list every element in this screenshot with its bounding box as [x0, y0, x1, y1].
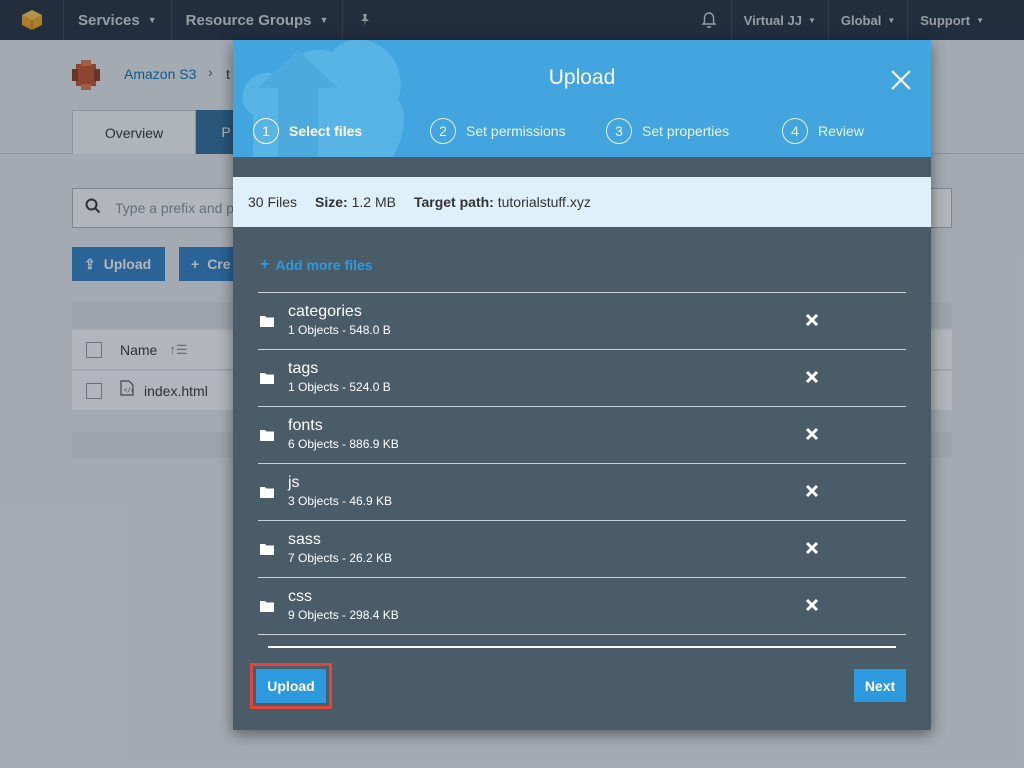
folder-name: js: [288, 474, 300, 491]
upload-button-highlight: Upload: [250, 663, 332, 709]
list-divider: [258, 634, 906, 635]
list-item: css 9 Objects - 298.4 KB: [258, 577, 906, 634]
folder-icon: [260, 316, 274, 327]
folder-name: sass: [288, 531, 321, 548]
step-number: 2: [430, 118, 456, 144]
upload-dialog-header: Upload 1 Select files 2 Set permissions …: [233, 40, 931, 157]
target-path-value: tutorialstuff.xyz: [497, 194, 591, 210]
list-item: categories 1 Objects - 548.0 B: [258, 292, 906, 349]
folder-name: tags: [288, 360, 319, 377]
add-more-files-link[interactable]: + Add more files: [260, 256, 373, 274]
dialog-title: Upload: [548, 66, 616, 89]
folder-meta: 7 Objects - 26.2 KB: [288, 551, 393, 565]
list-item: tags 1 Objects - 524.0 B: [258, 349, 906, 406]
list-item: sass 7 Objects - 26.2 KB: [258, 520, 906, 577]
remove-icon[interactable]: [805, 427, 819, 441]
folder-name: fonts: [288, 417, 323, 434]
remove-icon[interactable]: [805, 484, 819, 498]
plus-icon: +: [260, 256, 270, 273]
remove-icon[interactable]: [805, 541, 819, 555]
size-value: 1.2 MB: [351, 194, 396, 210]
folder-meta: 6 Objects - 886.9 KB: [288, 437, 399, 451]
folder-meta: 9 Objects - 298.4 KB: [288, 608, 399, 622]
step-review[interactable]: 4 Review: [782, 118, 864, 144]
close-icon[interactable]: [889, 68, 913, 92]
upload-summary-bar: 30 Files Size: 1.2 MB Target path: tutor…: [233, 177, 931, 227]
step-label: Select files: [289, 123, 363, 139]
size-label: Size:: [315, 194, 348, 210]
folder-icon: [260, 601, 274, 612]
step-label: Set properties: [642, 123, 730, 139]
files-count: 30 Files: [248, 194, 298, 210]
list-item: js 3 Objects - 46.9 KB: [258, 463, 906, 520]
step-number: 4: [782, 118, 808, 144]
step-select-files[interactable]: 1 Select files: [253, 118, 362, 144]
folder-meta: 1 Objects - 548.0 B: [288, 323, 391, 337]
step-set-properties[interactable]: 3 Set properties: [606, 118, 729, 144]
remove-icon[interactable]: [805, 598, 819, 612]
upload-progress-line: [268, 646, 896, 648]
remove-icon[interactable]: [805, 370, 819, 384]
step-number: 3: [606, 118, 632, 144]
folder-name: css: [288, 588, 312, 605]
folder-icon: [260, 430, 274, 441]
folder-icon: [260, 373, 274, 384]
step-number: 1: [253, 118, 279, 144]
folder-icon: [260, 487, 274, 498]
folder-icon: [260, 544, 274, 555]
add-more-files-label: Add more files: [275, 257, 373, 273]
selected-files-list: categories 1 Objects - 548.0 B tags 1 Ob…: [258, 292, 906, 634]
folder-meta: 3 Objects - 46.9 KB: [288, 494, 393, 508]
wizard-steps: 1 Select files 2 Set permissions 3 Set p…: [233, 118, 931, 146]
target-path-label: Target path:: [413, 194, 494, 210]
list-item: fonts 6 Objects - 886.9 KB: [258, 406, 906, 463]
upload-button[interactable]: Upload: [256, 669, 326, 703]
step-label: Set permissions: [466, 123, 566, 139]
folder-meta: 1 Objects - 524.0 B: [288, 380, 391, 394]
folder-name: categories: [288, 303, 362, 320]
next-button[interactable]: Next: [854, 669, 906, 702]
step-label: Review: [818, 123, 864, 139]
step-set-permissions[interactable]: 2 Set permissions: [430, 118, 566, 144]
remove-icon[interactable]: [805, 313, 819, 327]
upload-dialog: Upload 1 Select files 2 Set permissions …: [233, 40, 931, 730]
